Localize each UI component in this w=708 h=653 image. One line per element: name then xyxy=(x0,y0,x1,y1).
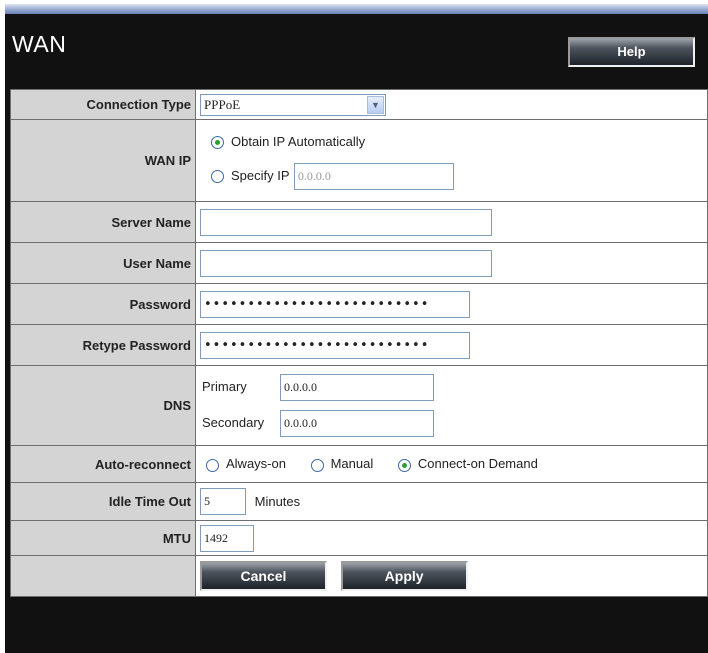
obtain-ip-label: Obtain IP Automatically xyxy=(231,134,366,149)
retype-password-label: Retype Password xyxy=(10,324,196,366)
actions-label-cell xyxy=(10,555,196,597)
mtu-label: MTU xyxy=(10,520,196,556)
idle-timeout-input[interactable]: 5 xyxy=(200,488,246,515)
password-label: Password xyxy=(10,283,196,325)
dns-primary-input[interactable]: 0.0.0.0 xyxy=(280,374,434,402)
idle-timeout-label: Idle Time Out xyxy=(10,482,196,521)
wan-settings-table: Connection Type PPPoE ▼ WAN IP Obtain IP… xyxy=(10,89,708,597)
connection-type-select[interactable]: PPPoE ▼ xyxy=(200,93,386,116)
cancel-button[interactable]: Cancel xyxy=(200,561,327,591)
page-title: WAN xyxy=(12,31,67,57)
obtain-ip-radio[interactable] xyxy=(211,136,224,150)
chevron-down-icon[interactable]: ▼ xyxy=(367,95,384,114)
specify-ip-label: Specify IP xyxy=(231,168,290,183)
dns-primary-label: Primary xyxy=(202,379,247,394)
mtu-input[interactable]: 1492 xyxy=(200,524,254,552)
always-on-radio[interactable] xyxy=(206,458,219,472)
retype-password-input[interactable]: •••••••••••••••••••••••••• xyxy=(200,331,470,359)
specify-ip-radio[interactable] xyxy=(211,170,224,184)
specify-ip-input[interactable]: 0.0.0.0 xyxy=(293,163,454,191)
help-button[interactable]: Help xyxy=(568,37,695,67)
user-name-label: User Name xyxy=(10,242,196,284)
connection-type-label: Connection Type xyxy=(10,89,196,120)
connect-on-demand-label: Connect-on Demand xyxy=(417,456,538,472)
idle-timeout-unit: Minutes xyxy=(254,494,301,509)
connect-on-demand-radio[interactable] xyxy=(397,458,411,472)
server-name-label: Server Name xyxy=(10,201,196,243)
dns-label: DNS xyxy=(10,365,196,446)
auto-reconnect-label: Auto-reconnect xyxy=(10,445,196,483)
server-name-input[interactable] xyxy=(200,208,492,236)
manual-label: Manual xyxy=(330,456,374,472)
wan-ip-label: WAN IP xyxy=(10,119,196,202)
user-name-input[interactable] xyxy=(200,249,492,277)
dns-secondary-label: Secondary xyxy=(202,415,265,430)
dns-secondary-input[interactable]: 0.0.0.0 xyxy=(280,410,434,438)
password-input[interactable]: •••••••••••••••••••••••••• xyxy=(200,290,470,318)
apply-button[interactable]: Apply xyxy=(340,561,468,591)
top-bar xyxy=(5,4,708,14)
always-on-label: Always-on xyxy=(226,456,286,472)
connection-type-value: PPPoE xyxy=(204,96,241,112)
manual-radio[interactable] xyxy=(310,458,324,472)
